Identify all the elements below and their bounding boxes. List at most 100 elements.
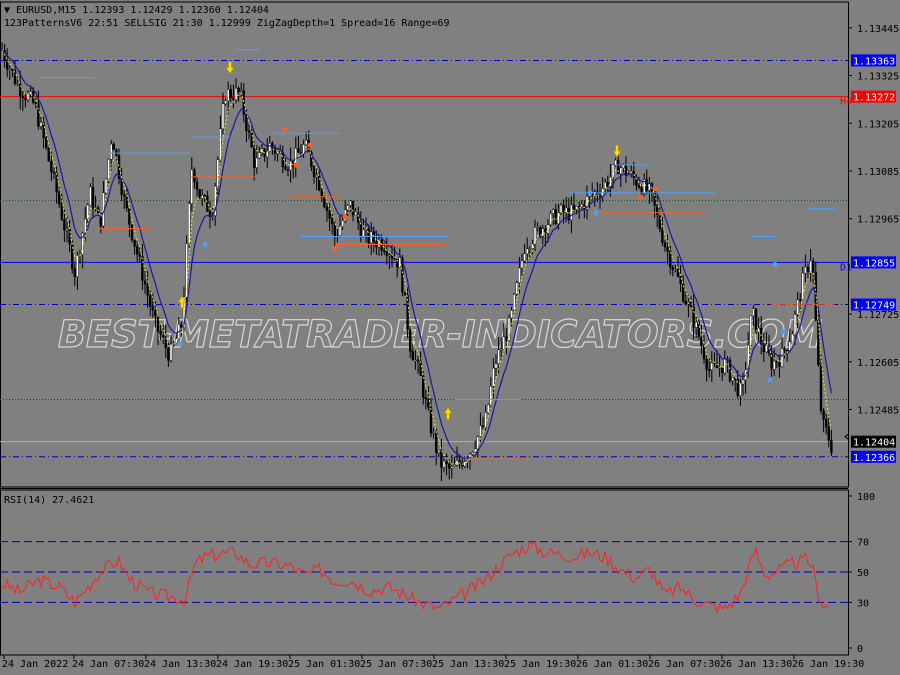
timeframe-tag: H4 [840,97,852,108]
rsi-tick-label: 30 [857,598,869,609]
candle-body [687,302,690,305]
candle-body [159,331,162,336]
chart-canvas[interactable]: BEST-METATRADER-INDICATORS.COM 1.13363 1.1… [0,0,900,675]
candle-body [367,228,370,244]
signal-dot [332,245,338,251]
candle-body [26,93,30,100]
candle-body [133,239,136,247]
signal-dot [587,190,593,196]
candle-body [786,350,789,352]
candle-body [601,188,604,197]
candle-body [825,419,828,428]
candle-body [169,344,173,361]
candle-body [388,254,391,257]
candle-body [752,308,755,317]
candle-body [128,207,131,225]
candle-body [494,363,498,369]
candle-body [255,157,259,168]
price-tick-label: 1.12725 [857,310,899,321]
candle-body [708,369,711,371]
candle-body [109,143,113,160]
candle-body [479,425,482,437]
candle-body [749,315,752,346]
candle-body [333,223,336,237]
candle-body [187,203,191,244]
signal-dot [307,142,313,148]
candle-body [318,175,321,191]
candle-body [507,317,511,341]
candle-body [552,209,555,214]
candle-body [239,90,243,93]
candle-body [325,206,329,211]
candle-body [115,149,118,156]
candle-body [713,362,716,365]
watermark-text: BEST-METATRADER-INDICATORS.COM [58,313,823,356]
candle-body [424,397,427,399]
candle-body [510,310,513,319]
candle-body [775,360,778,363]
candle-body [268,143,271,152]
candle-body [302,144,305,155]
candle-body [445,460,448,465]
price-tick-label: 1.12485 [857,405,899,416]
sell-arrow-icon [225,61,235,75]
candle-body [403,291,407,296]
candle-body [466,459,469,462]
candle-body [198,189,201,199]
candle-body [520,260,524,269]
candle-body [305,140,308,145]
candle-body [276,151,279,154]
candle-body [536,227,539,229]
signal-dot [282,126,288,132]
candle-body [666,246,669,252]
candle-body [245,114,248,131]
candle-body [739,383,742,397]
time-tick-label: 26 Jan 01:30 [576,659,648,670]
candle-body [226,89,230,102]
candle-body [250,131,253,148]
candle-body [47,146,50,162]
candle-body [663,242,667,248]
candle-body [419,361,422,376]
candle-body [471,451,474,455]
candle-body [286,169,290,171]
indicator-info: 123PatternsV6 22:51 SELLSIG 21:30 1.1299… [4,18,450,29]
candle-body [141,256,144,281]
signal-dot [293,162,299,168]
price-level-label: 1.13272 [853,93,895,104]
candle-body [830,440,833,453]
symbol-ohlc: EURUSD,M15 1.12393 1.12429 1.12360 1.124… [16,5,269,16]
collapse-triangle-icon[interactable]: ▼ [4,5,16,16]
candle-body [565,207,568,213]
price-level-label: 1.12366 [853,453,895,464]
rsi-tick-label: 50 [857,568,869,579]
candle-body [146,284,149,296]
candle-body [76,255,79,277]
candle-body [697,321,700,338]
candle-body [203,195,207,197]
candle-body [801,272,804,301]
candle-body [554,209,557,224]
candle-body [221,103,225,129]
candle-body [154,309,157,317]
candle-body [148,295,152,307]
candle-body [315,175,318,178]
candle-body [156,315,160,332]
candle-body [284,166,287,170]
price-tick-label: 1.13205 [857,119,899,130]
candle-body [247,130,251,133]
candle-body [450,466,453,469]
candle-body [723,358,726,374]
candle-body [427,398,430,408]
candle-body [125,195,129,209]
candle-body [489,386,492,405]
rsi-tick-label: 0 [857,644,863,655]
signal-dot [202,242,208,247]
candle-body [812,260,815,273]
candle-body [702,345,706,360]
signal-dot [593,210,599,216]
candle-body [206,195,209,212]
candle-body [765,344,768,352]
candle-body [804,266,807,274]
candle-body [138,254,142,257]
